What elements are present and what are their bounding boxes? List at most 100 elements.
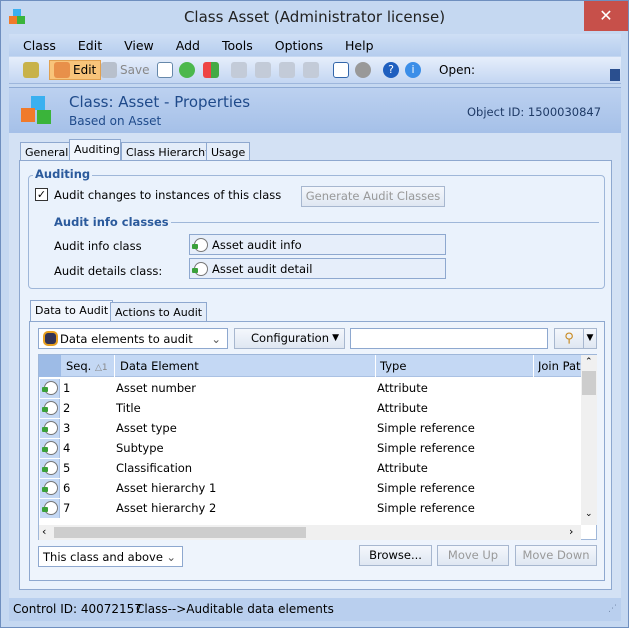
back-button[interactable] [23, 60, 39, 80]
document-icon [333, 62, 349, 78]
run-button[interactable] [355, 60, 371, 80]
table-row[interactable]: 2 Title Attribute [39, 398, 581, 418]
cell-type: Simple reference [377, 481, 475, 495]
clock-icon [42, 481, 58, 495]
scroll-down-icon[interactable]: ⌄ [585, 509, 593, 519]
row-header[interactable] [40, 499, 60, 518]
subtab-actions-to-audit[interactable]: Actions to Audit [110, 302, 208, 322]
page-subtitle: Based on Asset [69, 114, 162, 128]
menu-class[interactable]: Class [9, 34, 64, 53]
chevron-down-icon: ⌄ [211, 332, 221, 346]
audit-info-title: Audit info classes [52, 215, 171, 229]
class-cubes-icon [21, 96, 55, 126]
column-header-join-path[interactable]: Join Path [538, 359, 581, 373]
subtab-data-to-audit[interactable]: Data to Audit [30, 300, 114, 322]
tab-auditing[interactable]: Auditing [69, 139, 121, 161]
search-options-button[interactable]: ▼ [583, 328, 597, 349]
hscroll-thumb[interactable] [54, 527, 306, 538]
search-button[interactable]: ⚲ [554, 328, 584, 349]
column-header-type[interactable]: Type [380, 359, 406, 373]
table-row[interactable]: 6 Asset hierarchy 1 Simple reference [39, 478, 581, 498]
data-elements-grid: Seq. △1 Data Element Type Join Path 1 Ass… [38, 354, 597, 540]
row-header[interactable] [40, 479, 60, 498]
column-header-seq[interactable]: Seq. △1 [66, 359, 108, 373]
info-icon: i [405, 62, 421, 78]
audit-info-class-field[interactable]: Asset audit info [189, 234, 446, 255]
scroll-right-icon[interactable]: › [569, 525, 573, 538]
tool-icon [255, 62, 271, 78]
select-all-cell[interactable] [39, 355, 61, 377]
tab-usage[interactable]: Usage [206, 142, 251, 162]
copy-icon [157, 62, 173, 78]
clock-icon [192, 261, 208, 276]
browse-button[interactable]: Browse... [359, 545, 432, 566]
row-header[interactable] [40, 439, 60, 458]
horizontal-scrollbar[interactable]: ‹ › [39, 525, 581, 540]
cell-seq: 5 [63, 461, 71, 475]
scope-dropdown[interactable]: This class and above ⌄ [38, 546, 183, 567]
play-icon [355, 62, 371, 78]
cell-type: Attribute [377, 461, 428, 475]
cell-type: Attribute [377, 381, 428, 395]
clock-icon [42, 441, 58, 455]
menu-options[interactable]: Options [261, 34, 331, 53]
chevron-down-icon: ⌄ [166, 550, 176, 564]
menu-view[interactable]: View [110, 34, 162, 53]
properties-button[interactable] [333, 60, 349, 80]
menu-help[interactable]: Help [331, 34, 382, 53]
cell-data-element: Classification [116, 461, 193, 475]
row-header[interactable] [40, 459, 60, 478]
disabled-tool-3[interactable] [279, 60, 295, 80]
row-header[interactable] [40, 379, 60, 398]
table-row[interactable]: 1 Asset number Attribute [39, 378, 581, 398]
windows-icon [203, 62, 219, 78]
table-row[interactable]: 3 Asset type Simple reference [39, 418, 581, 438]
generate-audit-classes-button[interactable]: Generate Audit Classes [301, 186, 445, 207]
audit-details-class-field[interactable]: Asset audit detail [189, 258, 446, 279]
menu-add[interactable]: Add [162, 34, 208, 53]
clock-icon [42, 421, 58, 435]
disabled-tool-4[interactable] [303, 60, 319, 80]
edit-button[interactable]: Edit [49, 60, 102, 80]
save-button[interactable]: Save [101, 60, 149, 80]
tab-class-hierarchy[interactable]: Class Hierarchy [121, 142, 217, 162]
column-header-data-element[interactable]: Data Element [120, 359, 199, 373]
close-button[interactable]: ✕ [584, 1, 628, 31]
resize-grip-icon[interactable]: ⋰ [608, 604, 617, 614]
scroll-thumb[interactable] [582, 371, 596, 395]
dropdown-arrow-icon: ▼ [332, 333, 339, 343]
help-button[interactable]: ? [383, 60, 399, 80]
audit-changes-checkbox[interactable]: ✓ [35, 188, 48, 201]
vertical-scrollbar[interactable]: ⌃ ⌄ [581, 355, 597, 525]
data-elements-dropdown[interactable]: Data elements to audit ⌄ [38, 328, 228, 349]
table-row[interactable]: 4 Subtype Simple reference [39, 438, 581, 458]
menu-bar: Class Edit View Add Tools Options Help [9, 34, 621, 56]
row-header[interactable] [40, 399, 60, 418]
copy-button[interactable] [157, 60, 173, 80]
move-up-button[interactable]: Move Up [437, 545, 509, 566]
tab-general[interactable]: General [20, 142, 74, 162]
toolbar-overflow-button[interactable] [610, 69, 620, 81]
scroll-up-icon[interactable]: ⌃ [585, 357, 593, 367]
disabled-tool-2[interactable] [255, 60, 271, 80]
cell-seq: 4 [63, 441, 71, 455]
move-down-button[interactable]: Move Down [515, 545, 597, 566]
configuration-button[interactable]: Configuration ▼ [234, 328, 345, 349]
seq-label: Seq. [66, 359, 92, 373]
table-row[interactable]: 5 Classification Attribute [39, 458, 581, 478]
clock-icon [42, 401, 58, 415]
menu-edit[interactable]: Edit [64, 34, 110, 53]
table-row[interactable]: 7 Asset hierarchy 2 Simple reference [39, 498, 581, 518]
scroll-left-icon[interactable]: ‹ [42, 525, 46, 538]
clock-icon [192, 237, 208, 252]
info-button[interactable]: i [405, 60, 421, 80]
menu-tools[interactable]: Tools [208, 34, 261, 53]
disabled-tool-1[interactable] [231, 60, 247, 80]
search-input[interactable] [350, 328, 548, 349]
windows-button[interactable] [203, 60, 219, 80]
page-title: Class: Asset - Properties [69, 93, 251, 111]
clock-icon [42, 501, 58, 515]
row-header[interactable] [40, 419, 60, 438]
data-elements-value: Data elements to audit [60, 331, 193, 346]
refresh-button[interactable] [179, 60, 195, 80]
